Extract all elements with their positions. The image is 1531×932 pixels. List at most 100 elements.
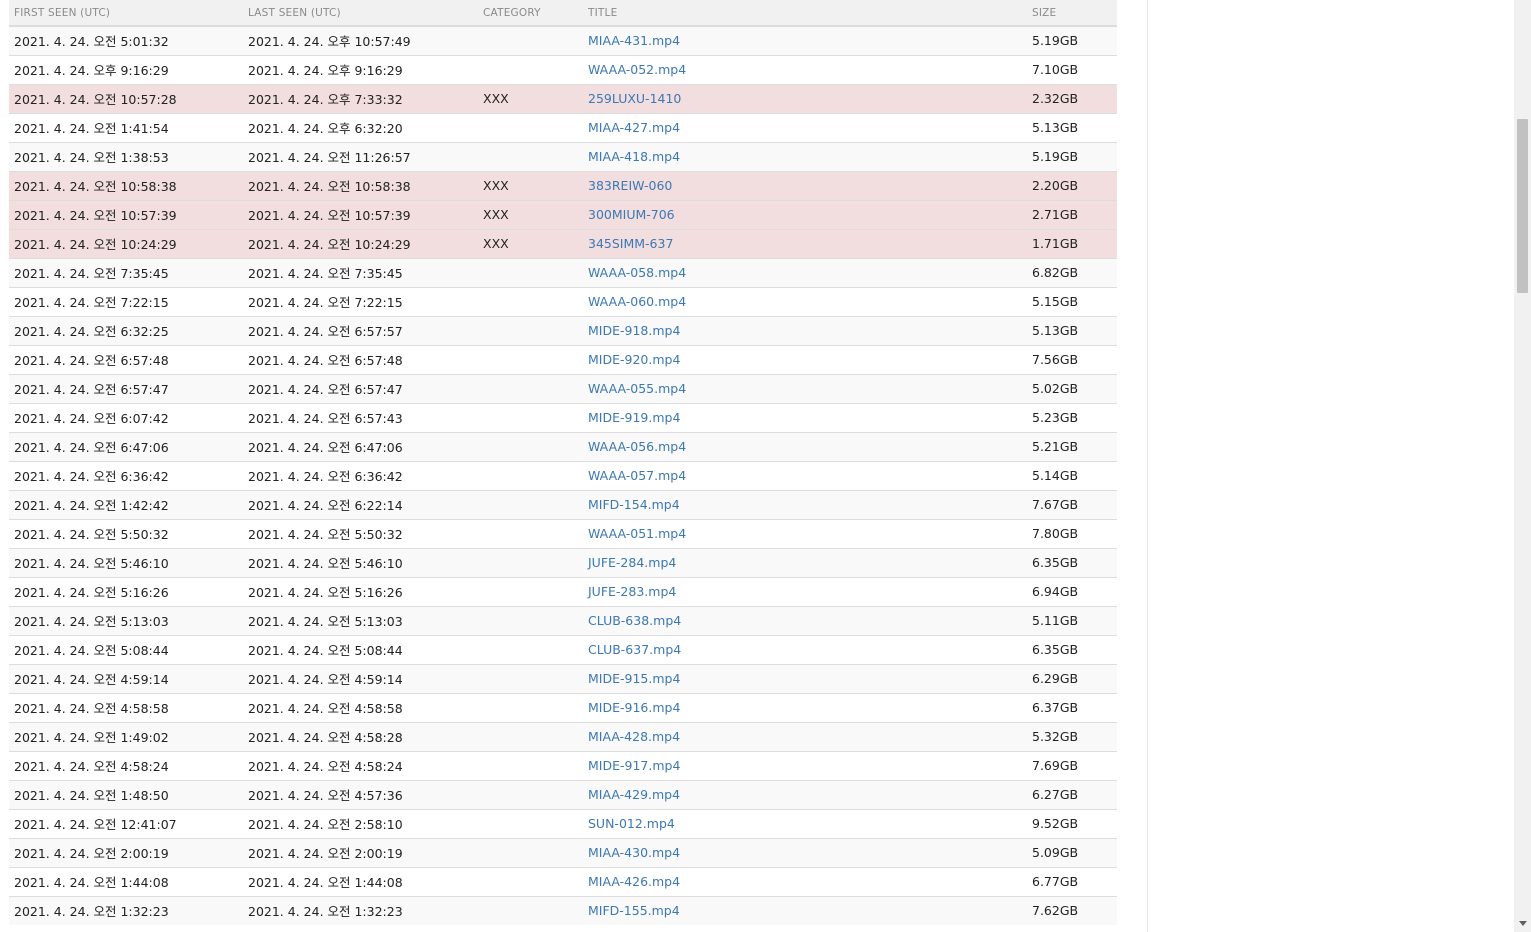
title-cell: 259LUXU-1410 bbox=[583, 83, 1027, 113]
title-link[interactable]: 259LUXU-1410 bbox=[588, 91, 681, 106]
title-link[interactable]: WAAA-055.mp4 bbox=[588, 381, 686, 396]
title-cell: MIAA-418.mp4 bbox=[583, 141, 1027, 171]
size-cell: 7.56GB bbox=[1027, 344, 1117, 374]
right-column-divider bbox=[1147, 0, 1148, 932]
title-cell: MIDE-915.mp4 bbox=[583, 663, 1027, 693]
column-header-first-seen[interactable]: FIRST SEEN (UTC) bbox=[9, 0, 243, 27]
size-cell: 7.69GB bbox=[1027, 750, 1117, 780]
category-cell bbox=[478, 547, 583, 577]
first-seen-cell: 2021. 4. 24. 오전 5:13:03 bbox=[9, 605, 243, 635]
first-seen-cell: 2021. 4. 24. 오전 1:41:54 bbox=[9, 112, 243, 142]
title-cell: WAAA-057.mp4 bbox=[583, 460, 1027, 490]
title-link[interactable]: WAAA-060.mp4 bbox=[588, 294, 686, 309]
size-cell: 6.37GB bbox=[1027, 692, 1117, 722]
title-link[interactable]: MIAA-429.mp4 bbox=[588, 787, 680, 802]
title-link[interactable]: MIAA-428.mp4 bbox=[588, 729, 680, 744]
category-cell bbox=[478, 518, 583, 548]
first-seen-cell: 2021. 4. 24. 오전 4:58:24 bbox=[9, 750, 243, 780]
table-row: 2021. 4. 24. 오전 1:49:02 2021. 4. 24. 오전 4… bbox=[9, 721, 1117, 751]
size-cell: 7.67GB bbox=[1027, 489, 1117, 519]
scroll-down-button[interactable] bbox=[1514, 916, 1531, 930]
title-link[interactable]: 383REIW-060 bbox=[588, 178, 672, 193]
size-cell: 2.20GB bbox=[1027, 170, 1117, 200]
last-seen-cell: 2021. 4. 24. 오전 10:24:29 bbox=[243, 228, 478, 258]
title-cell: MIDE-920.mp4 bbox=[583, 344, 1027, 374]
title-link[interactable]: MIAA-430.mp4 bbox=[588, 845, 680, 860]
title-link[interactable]: JUFE-284.mp4 bbox=[588, 555, 676, 570]
last-seen-cell: 2021. 4. 24. 오전 11:26:57 bbox=[243, 141, 478, 171]
title-cell: WAAA-052.mp4 bbox=[583, 54, 1027, 84]
size-cell: 6.29GB bbox=[1027, 663, 1117, 693]
column-header-category[interactable]: CATEGORY bbox=[478, 0, 583, 27]
title-cell: MIAA-428.mp4 bbox=[583, 721, 1027, 751]
title-link[interactable]: JUFE-283.mp4 bbox=[588, 584, 676, 599]
title-link[interactable]: 345SIMM-637 bbox=[588, 236, 673, 251]
last-seen-cell: 2021. 4. 24. 오전 4:58:28 bbox=[243, 721, 478, 751]
table-header: FIRST SEEN (UTC) LAST SEEN (UTC) CATEGOR… bbox=[9, 0, 1117, 27]
title-link[interactable]: MIDE-915.mp4 bbox=[588, 671, 680, 686]
first-seen-cell: 2021. 4. 24. 오전 6:47:06 bbox=[9, 431, 243, 461]
category-cell bbox=[478, 25, 583, 55]
title-link[interactable]: MIDE-920.mp4 bbox=[588, 352, 680, 367]
category-cell bbox=[478, 460, 583, 490]
title-cell: MIAA-430.mp4 bbox=[583, 837, 1027, 867]
table-row: 2021. 4. 24. 오전 10:57:39 2021. 4. 24. 오전 … bbox=[9, 199, 1117, 229]
title-cell: WAAA-058.mp4 bbox=[583, 257, 1027, 287]
last-seen-cell: 2021. 4. 24. 오전 6:57:43 bbox=[243, 402, 478, 432]
title-link[interactable]: WAAA-051.mp4 bbox=[588, 526, 686, 541]
title-cell: MIAA-426.mp4 bbox=[583, 866, 1027, 896]
scrollbar-thumb[interactable] bbox=[1517, 119, 1528, 293]
table-row: 2021. 4. 24. 오전 6:32:25 2021. 4. 24. 오전 6… bbox=[9, 315, 1117, 345]
category-cell bbox=[478, 141, 583, 171]
title-link[interactable]: MIAA-418.mp4 bbox=[588, 149, 680, 164]
first-seen-cell: 2021. 4. 24. 오전 5:16:26 bbox=[9, 576, 243, 606]
title-link[interactable]: MIFD-155.mp4 bbox=[588, 903, 680, 918]
title-link[interactable]: MIAA-427.mp4 bbox=[588, 120, 680, 135]
vertical-scrollbar[interactable] bbox=[1514, 0, 1531, 932]
first-seen-cell: 2021. 4. 24. 오전 6:32:25 bbox=[9, 315, 243, 345]
last-seen-cell: 2021. 4. 24. 오전 6:36:42 bbox=[243, 460, 478, 490]
table-row: 2021. 4. 24. 오전 5:50:32 2021. 4. 24. 오전 5… bbox=[9, 518, 1117, 548]
title-link[interactable]: MIDE-916.mp4 bbox=[588, 700, 680, 715]
column-header-size[interactable]: SIZE bbox=[1027, 0, 1117, 27]
title-cell: WAAA-056.mp4 bbox=[583, 431, 1027, 461]
first-seen-cell: 2021. 4. 24. 오전 5:50:32 bbox=[9, 518, 243, 548]
category-cell bbox=[478, 663, 583, 693]
table-row: 2021. 4. 24. 오전 2:00:19 2021. 4. 24. 오전 2… bbox=[9, 837, 1117, 867]
category-cell: XXX bbox=[478, 199, 583, 229]
first-seen-cell: 2021. 4. 24. 오전 6:57:47 bbox=[9, 373, 243, 403]
title-link[interactable]: CLUB-637.mp4 bbox=[588, 642, 681, 657]
title-link[interactable]: MIFD-154.mp4 bbox=[588, 497, 680, 512]
category-cell bbox=[478, 721, 583, 751]
last-seen-cell: 2021. 4. 24. 오전 5:46:10 bbox=[243, 547, 478, 577]
last-seen-cell: 2021. 4. 24. 오전 4:57:36 bbox=[243, 779, 478, 809]
title-link[interactable]: MIDE-918.mp4 bbox=[588, 323, 680, 338]
torrent-history-table: FIRST SEEN (UTC) LAST SEEN (UTC) CATEGOR… bbox=[9, 0, 1117, 925]
table-row: 2021. 4. 24. 오전 4:58:58 2021. 4. 24. 오전 4… bbox=[9, 692, 1117, 722]
title-link[interactable]: MIDE-919.mp4 bbox=[588, 410, 680, 425]
last-seen-cell: 2021. 4. 24. 오전 5:13:03 bbox=[243, 605, 478, 635]
page: FIRST SEEN (UTC) LAST SEEN (UTC) CATEGOR… bbox=[0, 0, 1531, 932]
first-seen-cell: 2021. 4. 24. 오전 10:24:29 bbox=[9, 228, 243, 258]
title-link[interactable]: WAAA-052.mp4 bbox=[588, 62, 686, 77]
title-cell: WAAA-051.mp4 bbox=[583, 518, 1027, 548]
title-link[interactable]: CLUB-638.mp4 bbox=[588, 613, 681, 628]
title-link[interactable]: MIAA-431.mp4 bbox=[588, 33, 680, 48]
first-seen-cell: 2021. 4. 24. 오전 1:48:50 bbox=[9, 779, 243, 809]
title-link[interactable]: MIDE-917.mp4 bbox=[588, 758, 680, 773]
first-seen-cell: 2021. 4. 24. 오전 1:44:08 bbox=[9, 866, 243, 896]
title-link[interactable]: MIAA-426.mp4 bbox=[588, 874, 680, 889]
title-link[interactable]: 300MIUM-706 bbox=[588, 207, 675, 222]
table-row: 2021. 4. 24. 오전 12:41:07 2021. 4. 24. 오전 … bbox=[9, 808, 1117, 838]
title-link[interactable]: SUN-012.mp4 bbox=[588, 816, 675, 831]
column-header-title[interactable]: TITLE bbox=[583, 0, 1027, 27]
table-row: 2021. 4. 24. 오전 5:01:32 2021. 4. 24. 오후 1… bbox=[9, 25, 1117, 55]
title-cell: MIAA-429.mp4 bbox=[583, 779, 1027, 809]
title-link[interactable]: WAAA-058.mp4 bbox=[588, 265, 686, 280]
category-cell bbox=[478, 779, 583, 809]
column-header-last-seen[interactable]: LAST SEEN (UTC) bbox=[243, 0, 478, 27]
category-cell bbox=[478, 692, 583, 722]
title-link[interactable]: WAAA-057.mp4 bbox=[588, 468, 686, 483]
size-cell: 5.09GB bbox=[1027, 837, 1117, 867]
title-link[interactable]: WAAA-056.mp4 bbox=[588, 439, 686, 454]
